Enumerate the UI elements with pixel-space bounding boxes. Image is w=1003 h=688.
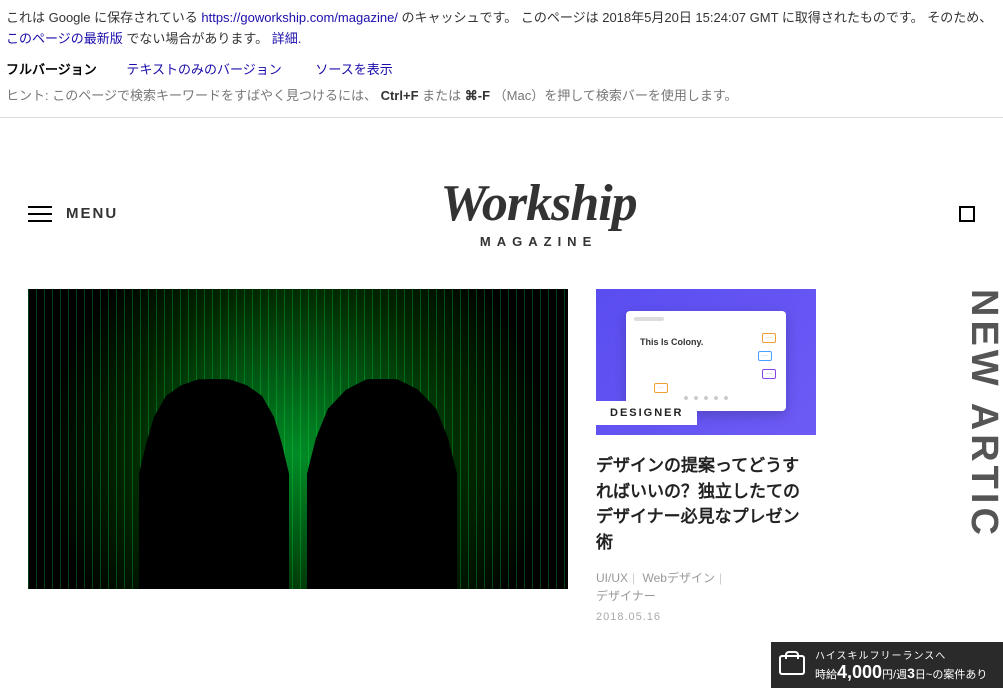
ad-text: ハイスキルフリーランスへ 時給4,000円/週3日~の案件あり bbox=[815, 647, 987, 683]
article-card[interactable]: This Is Colony. ··· ··· ··· ··· DESIGNER… bbox=[596, 289, 816, 623]
ad-main-line: 時給4,000円/週3日~の案件あり bbox=[815, 662, 987, 683]
cache-latest-link[interactable]: このページの最新版 bbox=[6, 31, 123, 46]
cache-tab-source[interactable]: ソースを表示 bbox=[315, 62, 392, 77]
cache-info-line: これは Google に保存されている https://goworkship.c… bbox=[6, 8, 997, 50]
cache-url-link[interactable]: https://goworkship.com/magazine/ bbox=[201, 10, 398, 25]
ad-top-line: ハイスキルフリーランスへ bbox=[815, 647, 987, 662]
featured-article-image[interactable] bbox=[28, 289, 568, 589]
silhouettes bbox=[139, 379, 457, 589]
menu-label: MENU bbox=[66, 205, 118, 222]
section-label-vertical: NEW ARTIC bbox=[962, 289, 1003, 539]
article-date: 2018.05.16 bbox=[596, 611, 816, 623]
cache-tab-full[interactable]: フルバージョン bbox=[6, 62, 97, 77]
person-silhouette bbox=[307, 379, 457, 589]
main-content: This Is Colony. ··· ··· ··· ··· DESIGNER… bbox=[0, 289, 1003, 623]
site-logo[interactable]: Workship MAGAZINE bbox=[440, 178, 636, 249]
person-silhouette bbox=[139, 379, 289, 589]
search-icon[interactable] bbox=[959, 206, 975, 222]
article-thumbnail: This Is Colony. ··· ··· ··· ··· DESIGNER bbox=[596, 289, 816, 435]
cache-tab-text[interactable]: テキストのみのバージョン bbox=[126, 62, 281, 77]
hamburger-icon bbox=[28, 206, 52, 222]
article-tags: UI/UX| Webデザイン| デザイナー bbox=[596, 569, 816, 605]
side-column: This Is Colony. ··· ··· ··· ··· DESIGNER… bbox=[596, 289, 816, 623]
tag[interactable]: デザイナー bbox=[596, 589, 656, 603]
cache-text: のキャッシュです。 このページは 2018年5月20日 15:24:07 GMT… bbox=[402, 10, 993, 25]
cache-details-link[interactable]: 詳細. bbox=[272, 31, 302, 46]
mock-hero-text: This Is Colony. bbox=[640, 337, 703, 347]
tag[interactable]: UI/UX bbox=[596, 571, 628, 585]
cache-header: これは Google に保存されている https://goworkship.c… bbox=[0, 0, 1003, 118]
cache-tabs: フルバージョン テキストのみのバージョン ソースを表示 bbox=[6, 60, 997, 81]
cache-text: でない場合があります。 bbox=[126, 31, 271, 46]
mock-window: This Is Colony. ··· ··· ··· ··· bbox=[626, 311, 786, 411]
logo-sub: MAGAZINE bbox=[440, 234, 636, 249]
category-badge: DESIGNER bbox=[596, 401, 697, 425]
ad-banner[interactable]: ハイスキルフリーランスへ 時給4,000円/週3日~の案件あり bbox=[771, 642, 1003, 688]
tag[interactable]: Webデザイン bbox=[642, 571, 714, 585]
article-title: デザインの提案ってどうすればいいの？独立したてのデザイナー必見なプレゼン術 bbox=[596, 453, 816, 555]
cache-text: これは Google に保存されている bbox=[6, 10, 201, 25]
cache-hint: ヒント: このページで検索キーワードをすばやく見つけるには、 Ctrl+F また… bbox=[6, 86, 997, 107]
briefcase-icon bbox=[779, 655, 805, 675]
logo-main: Workship bbox=[440, 178, 636, 230]
menu-button[interactable]: MENU bbox=[28, 205, 118, 222]
site-header: MENU Workship MAGAZINE bbox=[0, 118, 1003, 289]
